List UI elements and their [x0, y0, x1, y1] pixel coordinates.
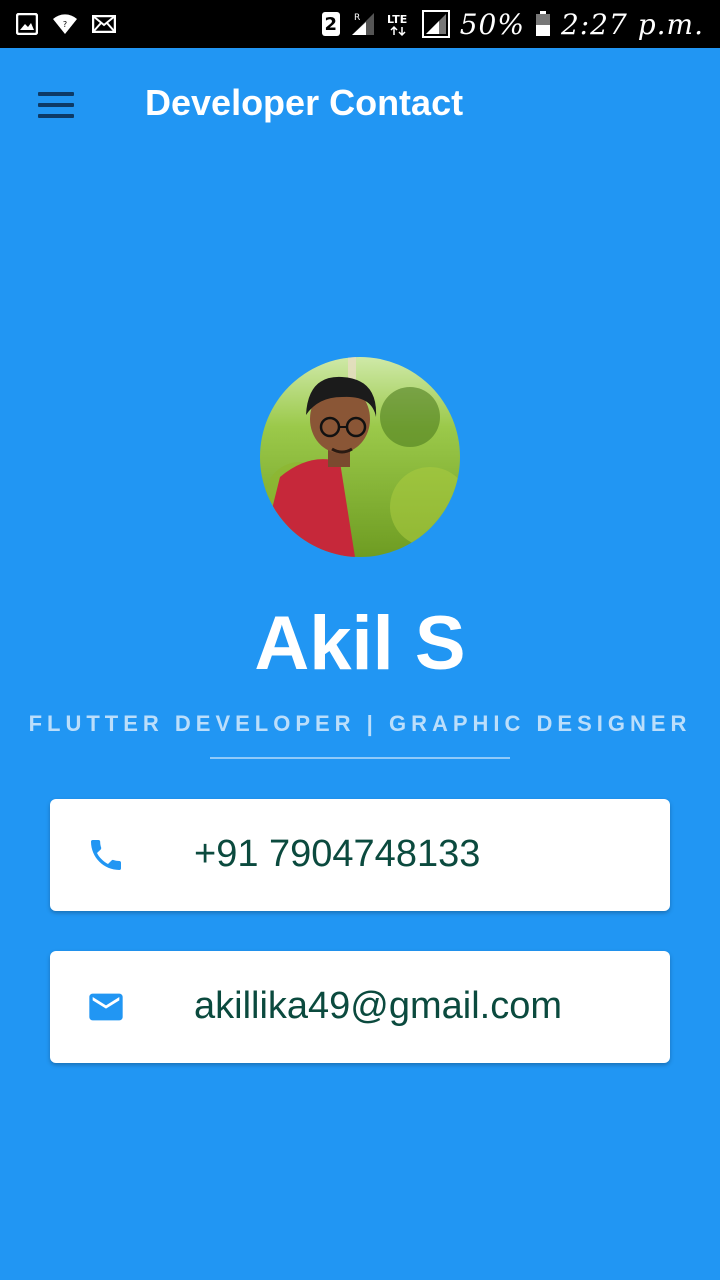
- mail-notification-icon: [92, 15, 116, 33]
- menu-icon[interactable]: [38, 92, 74, 118]
- battery-icon: [535, 11, 551, 37]
- phone-card[interactable]: +91 7904748133: [50, 799, 670, 911]
- phone-number: +91 7904748133: [194, 833, 481, 875]
- mail-icon: [86, 987, 126, 1027]
- phone-icon: [86, 835, 126, 875]
- lte-indicator: LTE: [386, 11, 412, 37]
- gallery-icon: [16, 13, 38, 35]
- page-title: Developer Contact: [145, 82, 464, 123]
- cell-signal-icon: [421, 10, 450, 38]
- email-card[interactable]: akillika49@gmail.com: [50, 951, 670, 1063]
- clock: 2:27 p.m.: [560, 7, 704, 41]
- email-address: akillika49@gmail.com: [194, 985, 563, 1027]
- avatar: [260, 357, 460, 557]
- svg-text:?: ?: [63, 20, 67, 29]
- svg-text:LTE: LTE: [387, 13, 407, 26]
- svg-text:R: R: [354, 13, 360, 23]
- profile-name: Akil S: [254, 601, 466, 686]
- status-bar: ? 2 R LTE 50% 2:27 p.m.: [0, 0, 720, 48]
- profile-role: FLUTTER DEVELOPER | GRAPHIC DESIGNER: [28, 711, 692, 736]
- divider: [210, 757, 510, 759]
- wifi-icon: ?: [52, 13, 78, 35]
- app-bar: Developer Contact: [0, 48, 720, 160]
- battery-percent: 50%: [459, 7, 525, 41]
- signal-roaming-icon: R: [350, 11, 376, 37]
- sim-slot-badge: 2: [321, 12, 340, 36]
